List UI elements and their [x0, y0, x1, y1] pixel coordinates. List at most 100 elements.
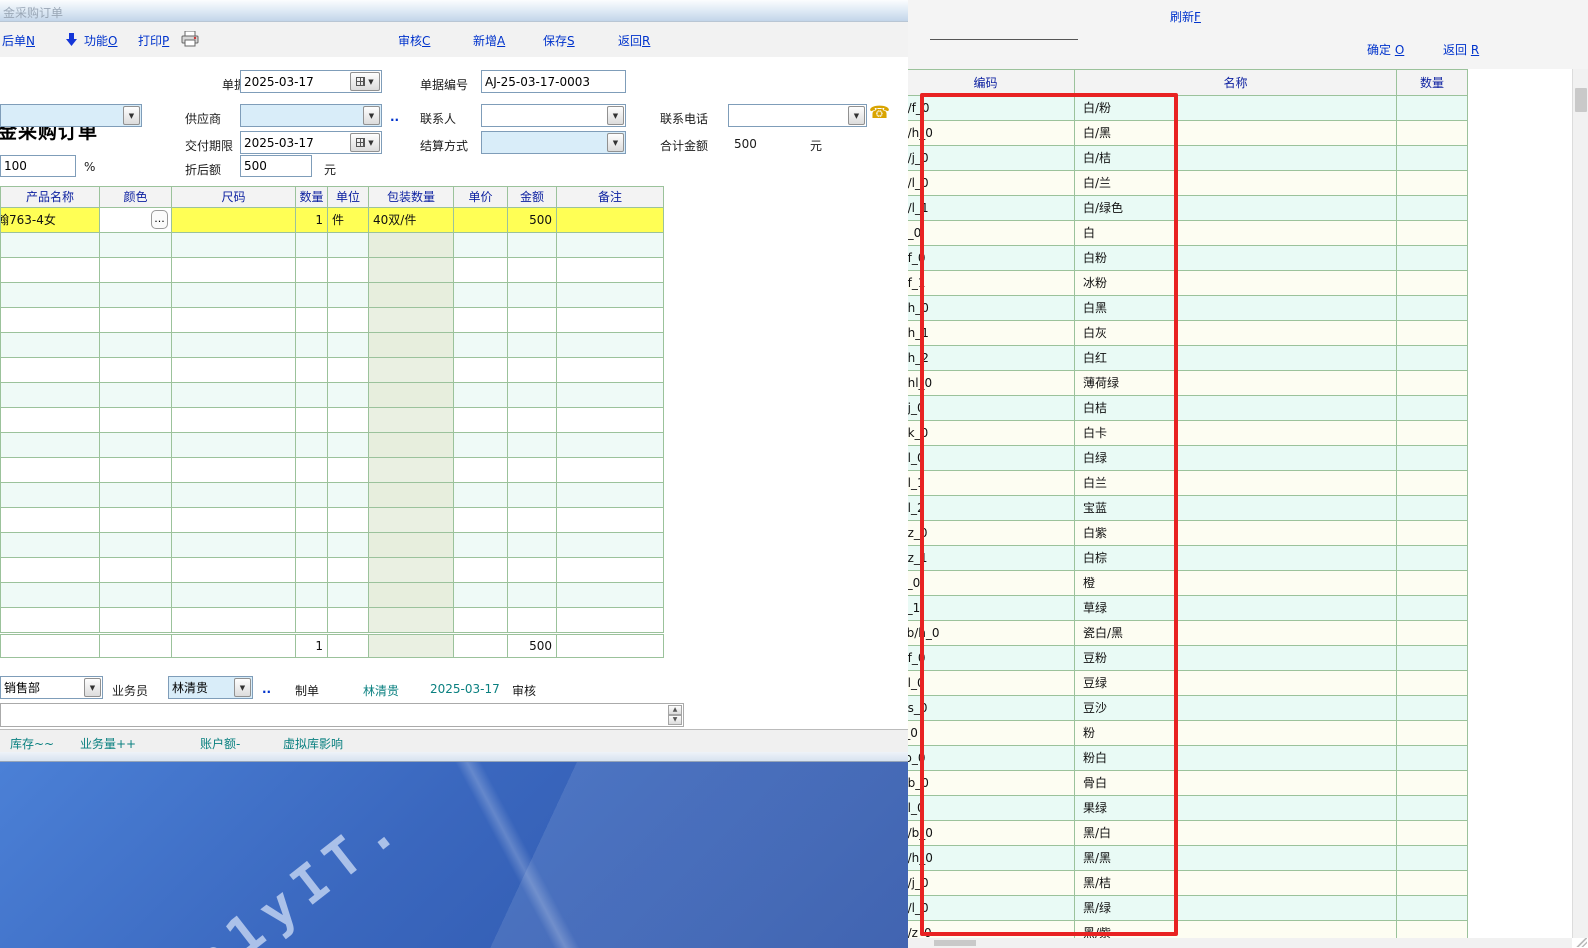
- color-qty-cell[interactable]: [1397, 496, 1468, 521]
- color-code[interactable]: b/j_0: [908, 146, 1075, 171]
- color-name[interactable]: 冰粉: [1075, 271, 1397, 296]
- doc-no-field[interactable]: [481, 70, 626, 93]
- item-note[interactable]: [557, 208, 663, 233]
- color-qty-cell[interactable]: [1397, 671, 1468, 696]
- color-code[interactable]: h/l_0: [908, 896, 1075, 921]
- color-name[interactable]: 黑/绿: [1075, 896, 1397, 921]
- empty-item-row[interactable]: [1, 483, 663, 508]
- empty-item-row[interactable]: [1, 258, 663, 283]
- item-row-selected[interactable]: 翰763-4女 ... 1 件 40双/件 500: [1, 208, 663, 233]
- discount-field[interactable]: [0, 155, 76, 177]
- color-qty-cell[interactable]: [1397, 121, 1468, 146]
- color-qty-cell[interactable]: [1397, 346, 1468, 371]
- chevron-down-icon[interactable]: ▼: [607, 133, 624, 152]
- empty-item-row[interactable]: [1, 533, 663, 558]
- color-name[interactable]: 白兰: [1075, 471, 1397, 496]
- col-unit[interactable]: 单位: [328, 187, 369, 208]
- color-qty-cell[interactable]: [1397, 871, 1468, 896]
- functions-button[interactable]: 功能O: [84, 32, 117, 49]
- color-code[interactable]: bz_1: [908, 546, 1075, 571]
- color-qty-cell[interactable]: [1397, 796, 1468, 821]
- color-name[interactable]: 豆粉: [1075, 646, 1397, 671]
- return-button[interactable]: 返回R: [618, 32, 650, 49]
- virtual-stock-link[interactable]: 虚拟库影响: [283, 735, 343, 752]
- color-code[interactable]: bhl_0: [908, 371, 1075, 396]
- color-qty-cell[interactable]: [1397, 621, 1468, 646]
- color-row[interactable]: bh_1 白灰: [908, 321, 1468, 346]
- color-name[interactable]: 白紫: [1075, 521, 1397, 546]
- item-size[interactable]: [172, 208, 296, 233]
- empty-item-row[interactable]: [1, 283, 663, 308]
- color-row[interactable]: gl_0 果绿: [908, 796, 1468, 821]
- discount-input[interactable]: [1, 156, 75, 176]
- color-name[interactable]: 薄荷绿: [1075, 371, 1397, 396]
- color-name[interactable]: 粉白: [1075, 746, 1397, 771]
- col-note[interactable]: 备注: [557, 187, 663, 208]
- color-qty-cell[interactable]: [1397, 896, 1468, 921]
- color-code[interactable]: bl_2: [908, 496, 1075, 521]
- color-qty-cell[interactable]: [1397, 396, 1468, 421]
- save-button[interactable]: 保存S: [543, 32, 575, 49]
- color-row[interactable]: b/j_0 白/桔: [908, 146, 1468, 171]
- color-qty-cell[interactable]: [1397, 546, 1468, 571]
- spin-down-icon[interactable]: ▼: [668, 715, 682, 725]
- horizontal-scrollbar-thumb[interactable]: [934, 940, 976, 946]
- color-name[interactable]: 橙: [1075, 571, 1397, 596]
- color-row[interactable]: c_0 橙: [908, 571, 1468, 596]
- color-qty-cell[interactable]: [1397, 321, 1468, 346]
- dept-field[interactable]: ▼: [0, 676, 103, 699]
- col-size[interactable]: 尺码: [172, 187, 296, 208]
- col-product[interactable]: 产品名称: [1, 187, 100, 208]
- memo-field[interactable]: ▲ ▼: [0, 703, 684, 727]
- color-name[interactable]: 白/绿色: [1075, 196, 1397, 221]
- color-row[interactable]: dl_0 豆绿: [908, 671, 1468, 696]
- color-row[interactable]: bl_1 白兰: [908, 471, 1468, 496]
- supplier-more-button[interactable]: ..: [390, 110, 399, 124]
- color-name[interactable]: 白棕: [1075, 546, 1397, 571]
- memo-spinner[interactable]: ▲ ▼: [668, 705, 682, 725]
- refresh-button[interactable]: 刷新F: [1170, 8, 1201, 25]
- color-qty-cell[interactable]: [1397, 721, 1468, 746]
- color-row[interactable]: bj_0 白桔: [908, 396, 1468, 421]
- empty-item-row[interactable]: [1, 458, 663, 483]
- vertical-scrollbar[interactable]: [1572, 69, 1588, 938]
- color-qty-cell[interactable]: [1397, 421, 1468, 446]
- calendar-dropdown-button[interactable]: ▼: [350, 133, 380, 152]
- chevron-down-icon[interactable]: ▼: [123, 106, 140, 125]
- col-qty[interactable]: 数量: [296, 187, 328, 208]
- color-picker-button[interactable]: ...: [151, 210, 168, 229]
- supplier-field[interactable]: ▼: [240, 104, 382, 127]
- empty-item-row[interactable]: [1, 508, 663, 533]
- item-amount[interactable]: 500: [508, 208, 557, 233]
- deliver-date-field[interactable]: ▼: [240, 131, 382, 154]
- color-code[interactable]: f_0: [908, 721, 1075, 746]
- color-qty-cell[interactable]: [1397, 821, 1468, 846]
- color-qty-cell[interactable]: [1397, 846, 1468, 871]
- prev-doc-button[interactable]: 后单N: [2, 32, 35, 49]
- telephone-icon[interactable]: ☎: [869, 103, 890, 123]
- color-code[interactable]: c_1: [908, 596, 1075, 621]
- color-row[interactable]: bf_0 白粉: [908, 246, 1468, 271]
- color-code[interactable]: bl_1: [908, 471, 1075, 496]
- color-code[interactable]: h/b_0: [908, 821, 1075, 846]
- color-code[interactable]: b/f_0: [908, 96, 1075, 121]
- color-code[interactable]: bf_0: [908, 246, 1075, 271]
- color-code[interactable]: gb_0: [908, 771, 1075, 796]
- item-unit[interactable]: 件: [328, 208, 369, 233]
- color-qty-cell[interactable]: [1397, 746, 1468, 771]
- add-button[interactable]: 新增A: [473, 32, 505, 49]
- chevron-down-icon[interactable]: ▼: [363, 106, 380, 125]
- color-code[interactable]: c_0: [908, 571, 1075, 596]
- color-row[interactable]: bf_1 冰粉: [908, 271, 1468, 296]
- supplier-input[interactable]: [241, 105, 381, 126]
- color-row[interactable]: bh_2 白红: [908, 346, 1468, 371]
- color-name[interactable]: 粉: [1075, 721, 1397, 746]
- color-code[interactable]: gl_0: [908, 796, 1075, 821]
- color-qty-cell[interactable]: [1397, 446, 1468, 471]
- color-code[interactable]: bj_0: [908, 396, 1075, 421]
- contact-input[interactable]: [482, 105, 625, 126]
- color-name[interactable]: 白灰: [1075, 321, 1397, 346]
- color-name[interactable]: 白黑: [1075, 296, 1397, 321]
- color-name[interactable]: 瓷白/黑: [1075, 621, 1397, 646]
- volume-link[interactable]: 业务量++: [80, 735, 136, 752]
